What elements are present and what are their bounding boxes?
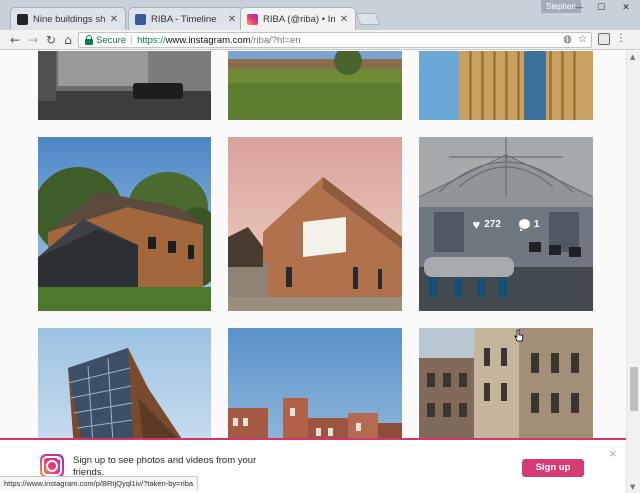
window-controls: — ☐ ✕: [532, 0, 640, 16]
post-thumbnail-hovered[interactable]: ♥ 272 1: [419, 137, 593, 311]
browser-toolbar: ← → ↻ ⌂ Secure https:// www.instagram.co…: [0, 30, 640, 50]
home-icon[interactable]: ⌂: [60, 32, 76, 48]
heart-icon: ♥: [472, 216, 481, 232]
likes-stat: ♥ 272: [473, 218, 501, 231]
post-thumbnail[interactable]: [228, 51, 402, 120]
vertical-scrollbar[interactable]: ▲ ▼: [626, 51, 640, 493]
extension-area: ⋮: [598, 33, 626, 45]
site-favicon-icon: [17, 13, 28, 25]
close-icon[interactable]: ✕: [339, 14, 349, 25]
url-path: /riba/?hl=en: [250, 34, 301, 46]
url-host: www.instagram.com: [165, 34, 251, 46]
maximize-icon[interactable]: ☐: [590, 0, 612, 16]
page-viewport: ♥ 272 1: [0, 51, 626, 493]
post-thumbnail[interactable]: [228, 137, 402, 311]
post-thumbnail[interactable]: [38, 137, 211, 311]
tab-strip: Nine buildings shortliste ✕ RIBA - Timel…: [0, 0, 640, 30]
scroll-thumb[interactable]: [630, 367, 638, 411]
tab-title: RIBA - Timeline: [151, 13, 217, 25]
close-icon[interactable]: ✕: [109, 14, 119, 25]
link-status-bar: https://www.instagram.com/p/BRtjQyql1iv/…: [0, 476, 199, 490]
tab-riba-timeline[interactable]: RIBA - Timeline ✕: [128, 7, 244, 30]
window-close-icon[interactable]: ✕: [612, 0, 640, 16]
mouse-pointer-icon: [514, 329, 524, 342]
instagram-logo-icon: [40, 454, 64, 478]
cookie-blocked-icon[interactable]: ◍: [563, 33, 572, 47]
forward-icon[interactable]: →: [25, 32, 41, 48]
reload-icon[interactable]: ↻: [43, 32, 59, 48]
address-bar[interactable]: Secure https:// www.instagram.com /riba/…: [78, 32, 592, 48]
security-label: Secure: [96, 34, 127, 46]
bookmark-star-icon[interactable]: ☆: [578, 33, 587, 47]
menu-icon[interactable]: ⋮: [616, 33, 626, 45]
lock-icon: [85, 34, 93, 45]
facebook-icon: [135, 13, 146, 25]
divider: [131, 35, 133, 45]
comment-icon: [518, 219, 530, 231]
banner-close-icon[interactable]: ×: [608, 447, 617, 460]
minimize-icon[interactable]: —: [568, 0, 590, 16]
tab-title: RIBA (@riba) • Instagram: [263, 13, 335, 25]
signup-button[interactable]: Sign up: [522, 459, 584, 477]
instagram-logo-dot: [57, 458, 59, 460]
address-bar-actions: ◍ ☆: [563, 33, 587, 47]
tab-nine-buildings[interactable]: Nine buildings shortliste ✕: [10, 7, 126, 30]
scroll-down-arrow-icon[interactable]: ▼: [630, 483, 635, 491]
instagram-icon: [247, 13, 258, 25]
post-hover-overlay: ♥ 272 1: [419, 137, 593, 311]
tab-instagram[interactable]: RIBA (@riba) • Instagram ✕: [240, 7, 356, 30]
tab-title: Nine buildings shortliste: [33, 13, 105, 25]
likes-count: 272: [484, 218, 501, 230]
url-scheme: https://: [137, 34, 166, 46]
close-icon[interactable]: ✕: [227, 14, 237, 25]
post-thumbnail[interactable]: [38, 51, 211, 120]
post-thumbnail[interactable]: [419, 51, 593, 120]
new-tab-button[interactable]: [355, 13, 381, 25]
comments-stat: 1: [518, 218, 540, 231]
extension-icon[interactable]: [598, 33, 610, 45]
comments-count: 1: [533, 218, 540, 230]
scroll-up-arrow-icon[interactable]: ▲: [630, 53, 635, 61]
back-icon[interactable]: ←: [7, 32, 23, 48]
